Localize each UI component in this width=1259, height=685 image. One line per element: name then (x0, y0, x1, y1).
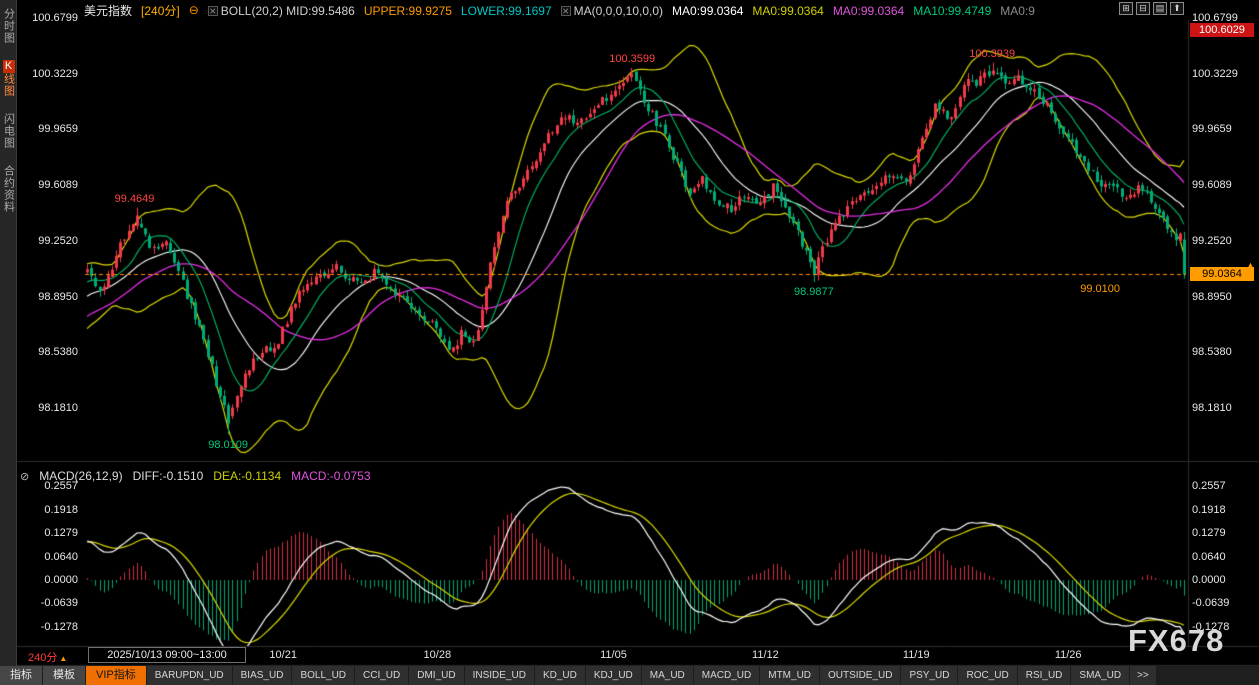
x-axis-date-label: 10/28 (424, 649, 452, 661)
macd-readout: MACD:-0.0753 (291, 469, 370, 483)
toolbar-button-15[interactable]: PSY_UD (901, 666, 957, 685)
x-axis-date-label: 11/12 (752, 649, 779, 661)
macd-readout: DEA:-0.1134 (213, 469, 281, 483)
indicator-readout: ⨯MA(0,0,0,10,0,0) (561, 4, 663, 18)
chart-canvas[interactable] (0, 0, 1259, 685)
sidebar-item-time-chart[interactable]: 分时图 (1, 8, 16, 44)
toolbar-button-1[interactable]: 模板 (43, 666, 85, 685)
remove-indicator-icon[interactable]: ⨯ (208, 6, 218, 16)
indicator-readout-text: MA0:99.0364 (672, 4, 743, 18)
indicator-readout-text: MA(0,0,0,10,0,0) (574, 4, 663, 18)
layout-split-icon[interactable]: ⊟ (1136, 2, 1150, 15)
timeframe-text: 240分 (28, 652, 57, 664)
indicator-toolbar: 指标模板VIP指标BARUPDN_UDBIAS_UDBOLL_UDCCI_UDD… (0, 666, 1259, 685)
indicator-readout: MA0:99.0364 (672, 4, 743, 18)
macd-readouts: MACD(26,12,9) DIFF:-0.1510 DEA:-0.1134 MACD… (39, 469, 370, 483)
sidebar-item-kline-chart[interactable]: K线图 (1, 60, 16, 97)
toolbar-button-12[interactable]: MACD_UD (694, 666, 759, 685)
toolbar-button-13[interactable]: MTM_UD (760, 666, 819, 685)
indicator-readouts: ⨯BOLL(20,2) MID:99.5486UPPER:99.9275LOWE… (208, 4, 1035, 18)
sidebar-item-contract-info[interactable]: 合约资料 (1, 165, 16, 213)
indicator-readout-text: UPPER:99.9275 (364, 4, 452, 18)
indicator-readout: MA0:9 (1000, 4, 1035, 18)
indicator-readout-text: BOLL(20,2) MID:99.5486 (221, 4, 355, 18)
toolbar-button-2[interactable]: VIP指标 (86, 666, 146, 685)
toolbar-button-7[interactable]: DMI_UD (409, 666, 463, 685)
x-axis-date-label: 10/21 (269, 649, 297, 661)
window-layout-icons: ⊞⊟▤⬆ (1119, 2, 1184, 15)
toolbar-button-11[interactable]: MA_UD (642, 666, 693, 685)
toolbar-button-0[interactable]: 指标 (0, 666, 42, 685)
toolbar-button-4[interactable]: BIAS_UD (233, 666, 292, 685)
toolbar-button-18[interactable]: SMA_UD (1071, 666, 1129, 685)
toolbar-button-6[interactable]: CCI_UD (355, 666, 408, 685)
indicator-header: 美元指数 [240分] ⊖ ⨯BOLL(20,2) MID:99.5486UPP… (84, 3, 1120, 18)
indicator-readout: MA0:99.0364 (752, 4, 823, 18)
toolbar-button-5[interactable]: BOLL_UD (292, 666, 354, 685)
indicator-readout-text: MA0:99.0364 (752, 4, 823, 18)
remove-indicator-icon[interactable]: ⨯ (561, 6, 571, 16)
macd-settings-icon[interactable]: ⊘ (20, 470, 29, 483)
toolbar-button-16[interactable]: ROC_UD (958, 666, 1016, 685)
date-range-box[interactable]: 2025/10/13 09:00~13:00 (88, 647, 246, 663)
collapse-panel-icon[interactable]: ⊖ (189, 4, 199, 17)
toolbar-button-17[interactable]: RSI_UD (1018, 666, 1071, 685)
period-label: [240分] (141, 3, 180, 18)
layout-rows-icon[interactable]: ▤ (1153, 2, 1167, 15)
toolbar-button-3[interactable]: BARUPDN_UD (147, 666, 232, 685)
indicator-readout: MA0:99.0364 (833, 4, 904, 18)
sidebar-item-label: 闪电图 (3, 113, 15, 149)
macd-readout: MACD(26,12,9) (39, 469, 122, 483)
x-axis-date-label: 11/05 (600, 649, 627, 661)
sidebar-item-label: 合约资料 (3, 165, 15, 213)
indicator-readout: UPPER:99.9275 (364, 4, 452, 18)
sidebar: 分时图 K线图闪电图合约资料 (0, 0, 17, 666)
indicator-readout: ⨯BOLL(20,2) MID:99.5486 (208, 4, 355, 18)
brand-watermark: FX678 (1128, 623, 1224, 659)
macd-header: ⊘ MACD(26,12,9)DIFF:-0.1510DEA:-0.1134MA… (20, 469, 371, 483)
sidebar-item-label: 线图 (3, 73, 15, 97)
macd-readout: DIFF:-0.1510 (133, 469, 204, 483)
indicator-readout: MA10:99.4749 (913, 4, 991, 18)
toolbar-button-9[interactable]: KD_UD (535, 666, 585, 685)
indicator-readout-text: MA0:9 (1000, 4, 1035, 18)
indicator-readout-text: MA10:99.4749 (913, 4, 991, 18)
timeframe-label: 240分▲ (28, 649, 67, 665)
trading-app-window: 分时图K线图闪电图合约资料 美元指数 [240分] ⊖ ⨯BOLL(20,2) … (0, 0, 1259, 685)
toolbar-button-10[interactable]: KDJ_UD (586, 666, 641, 685)
sidebar-active-badge: K (3, 60, 15, 73)
sidebar-item-flash-chart[interactable]: 闪电图 (1, 113, 16, 149)
indicator-readout: LOWER:99.1697 (461, 4, 552, 18)
sidebar-item-label: 分时图 (3, 8, 15, 44)
x-axis-date-label: 11/19 (903, 649, 930, 661)
toolbar-button-19[interactable]: >> (1130, 666, 1156, 685)
maximize-icon[interactable]: ⬆ (1170, 2, 1184, 15)
toolbar-button-14[interactable]: OUTSIDE_UD (820, 666, 900, 685)
symbol-title: 美元指数 (84, 3, 132, 18)
indicator-readout-text: MA0:99.0364 (833, 4, 904, 18)
toolbar-button-8[interactable]: INSIDE_UD (465, 666, 534, 685)
x-axis-date-label: 11/26 (1055, 649, 1082, 661)
up-triangle-icon: ▲ (59, 654, 67, 663)
indicator-readout-text: LOWER:99.1697 (461, 4, 552, 18)
time-axis: 240分▲ 2025/10/13 09:00~13:00 10/21 10/28 1… (0, 647, 1259, 665)
layout-grid-icon[interactable]: ⊞ (1119, 2, 1133, 15)
